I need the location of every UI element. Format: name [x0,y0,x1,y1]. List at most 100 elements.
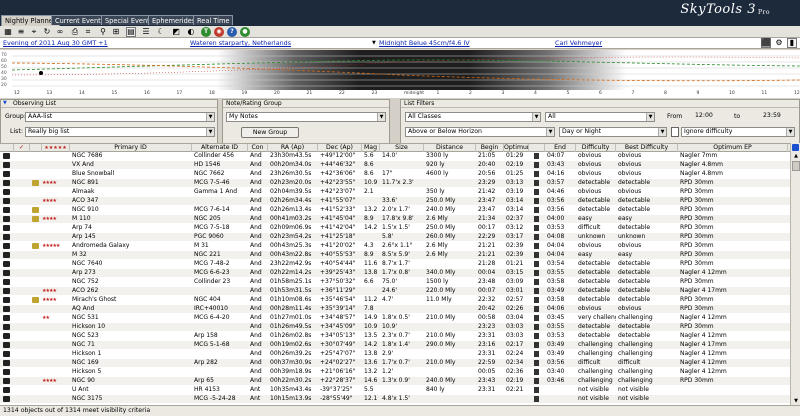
column-header[interactable]: Difficulty [576,144,616,152]
column-header[interactable]: Alternate ID [192,144,248,152]
table-row[interactable]: Hickson 5 And 00h39m18.9s +21°06'16" 13.2 1.2… [0,368,790,376]
column-header[interactable]: Primary ID [70,144,192,152]
table-row[interactable]: Hickson 10 And 01h26m49.5s +34°45'09" 10.9 10… [0,323,790,331]
column-header[interactable]: Con [248,144,268,152]
collapse-icon[interactable]: ▼ [3,100,7,106]
sky-icon[interactable]: ◩ [171,27,181,37]
class-filter-select[interactable]: All Classes ▼ [405,112,541,122]
table-row[interactable]: ★★★★ NGC 891 MCG 7-5-46 And 02h23m20.0s +42°2… [0,179,790,187]
table-row[interactable]: ★★★★★ Andromeda Galaxy M 31 And 00h43m25.3s +… [0,242,790,250]
column-header[interactable]: Size [380,144,424,152]
twilight-icon[interactable]: T [201,27,211,37]
table-row[interactable]: ★★★★ M 110 NGC 205 And 00h41m03.2s +41°45'04"… [0,215,790,223]
list-select[interactable]: Really big list ▼ [25,127,215,137]
list-view-icon[interactable]: ☰ [141,27,151,37]
column-header[interactable]: ★★★★★ [42,144,70,152]
day-night-select[interactable]: Day or Night ▼ [559,127,667,137]
observer-link[interactable]: Carl Vehmeyer [555,39,602,47]
table-row[interactable]: NGC 169 Arp 282 And 00h37m30.9s +24°02'27" 13… [0,359,790,367]
table-row[interactable]: Arp 74 MCG 7-5-18 And 02h09m06.9s +41°42'04"… [0,224,790,232]
find-icon[interactable]: ⚲ [98,27,108,37]
table-row[interactable]: NGC 3175 MCG -5-24-28 Ant 10h15m13.9s -28°55… [0,395,790,403]
difficulty-select[interactable]: Ignore difficulty ▼ [681,127,795,137]
column-header[interactable]: Optimum EP [678,144,788,152]
table-row[interactable]: AQ And IRC+40010 And 00h28m11.4s +35°39'14" 7… [0,305,790,313]
table-row[interactable]: ★★★★ ACO 347 And 02h26m34.4s +41°55'07" 33.6'… [0,197,790,205]
graph-settings-icon[interactable]: ⚙ [774,38,784,48]
evening-link[interactable]: Evening of 2011 Aug 30 GMT +1 [3,39,108,47]
table-row[interactable]: NGC 7640 MCG 7-48-2 And 23h22m42.9s +40°54'4… [0,260,790,268]
globe-icon[interactable]: ◐ [186,27,196,37]
table-row[interactable]: ★★★★ ACO 262 And 01h53m31.5s +36°11'29" 24.6'… [0,287,790,295]
constellation-select[interactable]: All ▼ [545,112,655,122]
table-row[interactable]: M 32 NGC 221 And 00h43m22.8s +40°55'53" 8.9 8.… [0,251,790,259]
table-row[interactable]: Arp 145 PGC 9060 And 02h23m54.2s +41°25'18" 5… [0,233,790,241]
tab-current-events[interactable]: Current Events [51,15,109,25]
notes-icon[interactable] [32,180,39,186]
table-row[interactable]: U Ant HR 4153 Ant 10h35m43.4s -39°37'25" 5.5 8… [0,386,790,394]
table-row[interactable]: NGC 7686 Collinder 456 And 23h30m43.5s +49°1… [0,152,790,160]
notes-icon[interactable] [32,297,39,303]
scroll-up-icon[interactable]: ▲ [792,152,800,160]
grid-icon[interactable]: ⊞ [111,27,121,37]
column-header[interactable] [0,144,14,152]
column-header[interactable]: Dec (Ap) [318,144,362,152]
column-header[interactable]: RA (Ap) [268,144,318,152]
graph-mode-icon[interactable]: ⬛ [761,38,771,48]
vertical-scrollbar[interactable]: ▲ ▼ [790,143,800,406]
refresh-icon[interactable]: ↻ [42,27,52,37]
column-header[interactable]: End [545,144,576,152]
scroll-down-icon[interactable]: ▼ [792,397,800,405]
table-row[interactable]: Blue Snowball NGC 7662 And 23h26m30.5s +42°3… [0,170,790,178]
print-icon[interactable]: ⎙ [70,27,80,37]
notes-icon[interactable] [32,207,39,213]
table-row[interactable]: ★★★★ NGC 90 Arp 65 And 00h22m30.2s +22°28'37"… [0,377,790,385]
table-row[interactable]: ★★ NGC 531 MCG 6-4-20 And 01h27m01.0s +34°48'… [0,314,790,322]
header-options-icon[interactable] [792,144,799,151]
to-time-input[interactable]: 23:59 [761,112,797,122]
tab-ephemerides[interactable]: Ephemerides [148,15,200,25]
telescope-link[interactable]: Midnight Belue 45cm/f4.6 IV [379,39,470,47]
notes-icon[interactable] [32,243,39,249]
column-header[interactable]: Begin [476,144,504,152]
help-icon[interactable]: ? [227,27,237,37]
table-row[interactable]: NGC 752 Collinder 23 And 01h58m25.1s +37°50'… [0,278,790,286]
table-row[interactable]: Almaak Gamma 1 And And 02h04m39.5s +42°23'07… [0,188,790,196]
scroll-thumb[interactable] [792,161,800,171]
view-icon[interactable]: ▦ [3,27,13,37]
telescope-dropdown-icon[interactable]: ▼ [372,40,376,46]
column-header[interactable] [30,144,42,152]
difficulty-checkbox[interactable] [671,127,679,137]
group-select[interactable]: AAA-list ▼ [25,112,215,122]
red-mode-icon[interactable]: ◉ [214,27,224,37]
notes-select[interactable]: My Notes ▼ [226,112,386,122]
new-group-button[interactable]: New Group [241,127,299,138]
table-row[interactable]: NGC 910 MCG 7-6-14 And 02h26m13.4s +41°52'33… [0,206,790,214]
column-header[interactable]: Mag [362,144,380,152]
column-header[interactable]: Best Difficulty [616,144,678,152]
site-link[interactable]: Wateren starparty, Netherlands [190,39,291,47]
column-header[interactable]: Optimum [504,144,529,152]
table-row[interactable]: VX And HD 1546 And 00h20m34.0s +44°46'32" 8.6… [0,161,790,169]
graph-toggle-icon[interactable]: ▮ [787,38,797,48]
altitude-graph[interactable]: 70 60 50 40 30 20 [0,50,800,90]
night-icon[interactable]: ☾ [156,27,166,37]
column-header[interactable]: Distance [424,144,476,152]
table-row[interactable]: NGC 523 Arp 158 And 01h26m02.8s +34°05'13" 13… [0,332,790,340]
column-header[interactable] [529,144,545,152]
table-row[interactable]: Hickson 1 And 00h26m39.2s +25°47'07" 13.8 2.9… [0,350,790,358]
table-row[interactable]: Arp 273 MCG 6-6-23 And 02h22m14.2s +39°25'43… [0,269,790,277]
date-icon[interactable]: ▤ [126,27,136,37]
from-time-input[interactable]: 12:00 [693,112,729,122]
table-row[interactable]: NGC 71 MCG 5-1-68 And 00h19m02.6s +30°07'49"… [0,341,790,349]
telescope-icon[interactable]: ⌖ [29,27,39,37]
tab-real-time[interactable]: Real Time [193,15,234,25]
list-icon[interactable]: ≡ [16,27,26,37]
table-row[interactable]: ★★★★ Mirach's Ghost NGC 404 And 01h10m08.6s +… [0,296,790,304]
status-icon[interactable]: ● [240,27,250,37]
horizon-filter-select[interactable]: Above or Below Horizon ▼ [405,127,555,137]
column-header[interactable]: ✓ [14,144,30,152]
notes-icon[interactable] [32,216,39,222]
chart-icon[interactable]: ⌗ [83,27,93,37]
link-icon[interactable]: ∞ [55,27,65,37]
